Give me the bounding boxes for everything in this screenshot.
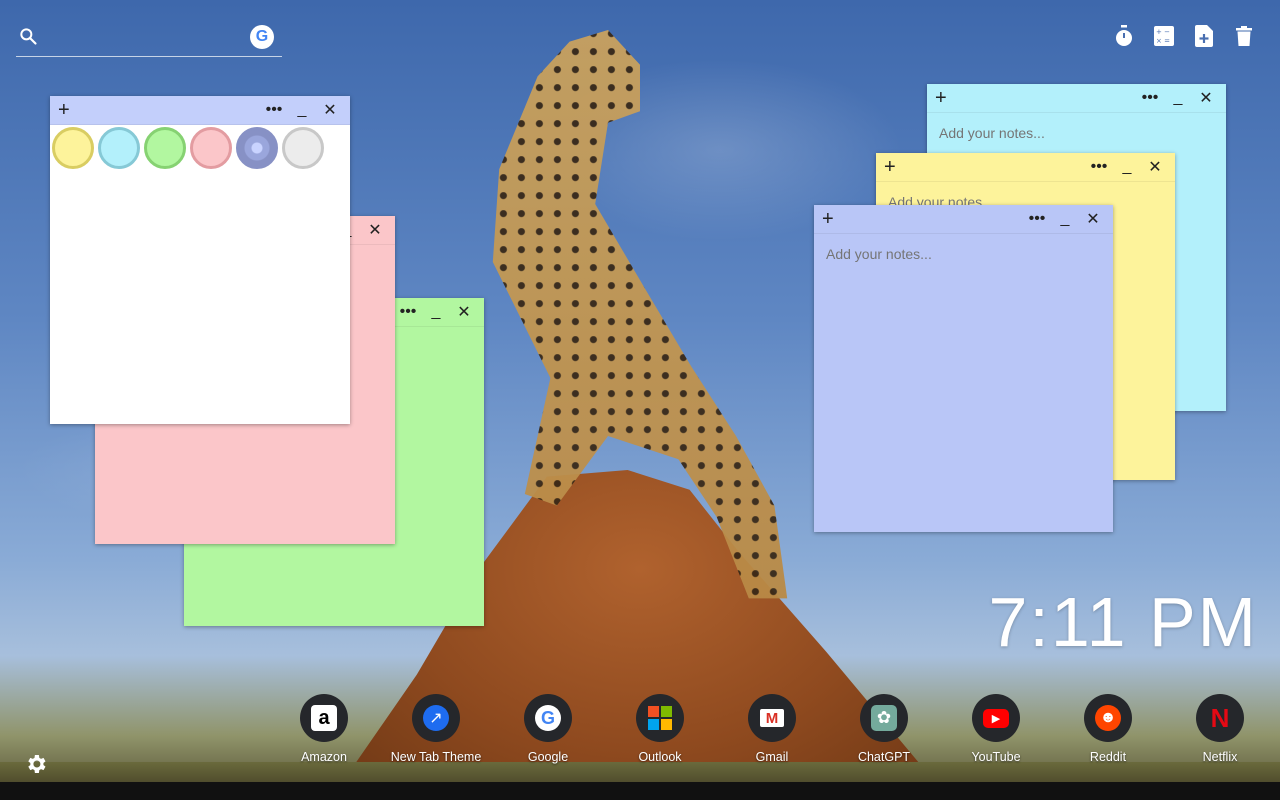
note-body [814, 234, 1113, 524]
google-g-icon[interactable]: G [250, 25, 274, 49]
note-header: + ••• _ ✕ [876, 153, 1175, 182]
shortcut-new-tab-theme[interactable]: ↗ New Tab Theme [380, 694, 492, 764]
add-note-icon[interactable]: + [58, 100, 78, 120]
close-icon[interactable]: ✕ [316, 100, 344, 120]
close-icon[interactable]: ✕ [1141, 157, 1169, 177]
close-icon[interactable]: ✕ [450, 302, 478, 322]
amazon-glyph: a [311, 705, 337, 731]
shortcut-label: ChatGPT [857, 750, 911, 764]
note-header: + ••• _ ✕ [814, 205, 1113, 234]
shortcut-label: New Tab Theme [390, 750, 482, 764]
shortcut-google[interactable]: G Google [492, 694, 604, 764]
shortcut-youtube[interactable]: ▶ YouTube [940, 694, 1052, 764]
minimize-icon[interactable]: _ [422, 303, 450, 321]
google-glyph: G [535, 705, 561, 731]
shortcut-label: Outlook [638, 750, 682, 764]
minimize-icon[interactable]: _ [1051, 210, 1079, 228]
youtube-icon: ▶ [972, 694, 1020, 742]
timer-icon[interactable] [1114, 24, 1134, 48]
note-header: + ••• _ ✕ [927, 84, 1226, 113]
search-icon[interactable] [18, 26, 38, 46]
close-icon[interactable]: ✕ [361, 220, 389, 240]
netflix-icon: N [1196, 694, 1244, 742]
clock-time: 7:11 PM [988, 583, 1258, 661]
new-tab-theme-icon: ↗ [412, 694, 460, 742]
shortcut-label: Netflix [1202, 750, 1238, 764]
search-bar: G [16, 20, 282, 57]
note-textarea[interactable] [824, 244, 1107, 518]
close-icon[interactable]: ✕ [1192, 88, 1220, 108]
svg-text:+ −: + − [1156, 28, 1170, 36]
minimize-icon[interactable]: _ [1164, 89, 1192, 107]
swatch-gray[interactable] [282, 127, 324, 169]
gmail-glyph: M [760, 709, 784, 727]
shortcut-reddit[interactable]: ☻ Reddit [1052, 694, 1164, 764]
swatch-green[interactable] [144, 127, 186, 169]
reddit-glyph: ☻ [1095, 705, 1121, 731]
sticky-note-blue[interactable]: + ••• _ ✕ [814, 205, 1113, 532]
shortcut-label: YouTube [971, 750, 1021, 764]
chatgpt-glyph: ✿ [871, 705, 897, 731]
shortcut-gmail[interactable]: M Gmail [716, 694, 828, 764]
close-icon[interactable]: ✕ [1079, 209, 1107, 229]
add-note-icon[interactable] [1194, 24, 1214, 48]
more-options-icon[interactable]: ••• [1085, 158, 1113, 176]
shortcut-label: Gmail [755, 750, 789, 764]
calculator-icon[interactable]: + − × = [1154, 24, 1174, 48]
reddit-icon: ☻ [1084, 694, 1132, 742]
bottom-strip [0, 782, 1280, 800]
youtube-glyph: ▶ [983, 708, 1009, 728]
gear-icon[interactable] [24, 752, 48, 776]
toolbar: + − × = [1114, 24, 1254, 48]
add-note-icon[interactable]: + [822, 209, 842, 229]
swatch-pink[interactable] [190, 127, 232, 169]
minimize-icon[interactable]: _ [1113, 158, 1141, 176]
amazon-icon: a [300, 694, 348, 742]
app-dock: a Amazon ↗ New Tab Theme G Google Outloo… [268, 694, 1276, 764]
more-options-icon[interactable]: ••• [394, 303, 422, 321]
shortcut-label: Google [527, 750, 569, 764]
note-header: + ••• _ ✕ [50, 96, 350, 125]
trash-icon[interactable] [1234, 24, 1254, 48]
add-note-icon[interactable]: + [935, 88, 955, 108]
chatgpt-icon: ✿ [860, 694, 908, 742]
microsoft-logo [648, 706, 672, 730]
color-swatches [50, 125, 350, 171]
svg-text:× =: × = [1156, 37, 1170, 45]
more-options-icon[interactable]: ••• [1023, 210, 1051, 228]
sticky-note-color-picker[interactable]: + ••• _ ✕ [50, 96, 350, 424]
shortcut-outlook[interactable]: Outlook [604, 694, 716, 764]
search-input[interactable] [50, 24, 254, 52]
new-tab-theme-glyph: ↗ [423, 705, 449, 731]
shortcut-label: Amazon [301, 750, 347, 764]
shortcut-amazon[interactable]: a Amazon [268, 694, 380, 764]
minimize-icon[interactable]: _ [288, 101, 316, 119]
swatch-yellow[interactable] [52, 127, 94, 169]
shortcut-label: Reddit [1089, 750, 1127, 764]
swatch-indigo-selected[interactable] [236, 127, 278, 169]
add-note-icon[interactable]: + [884, 157, 904, 177]
shortcut-chatgpt[interactable]: ✿ ChatGPT [828, 694, 940, 764]
netflix-glyph: N [1210, 702, 1230, 733]
shortcut-netflix[interactable]: N Netflix [1164, 694, 1276, 764]
microsoft-icon [636, 694, 684, 742]
more-options-icon[interactable]: ••• [260, 101, 288, 119]
more-options-icon[interactable]: ••• [1136, 89, 1164, 107]
swatch-cyan[interactable] [98, 127, 140, 169]
google-icon: G [524, 694, 572, 742]
gmail-icon: M [748, 694, 796, 742]
